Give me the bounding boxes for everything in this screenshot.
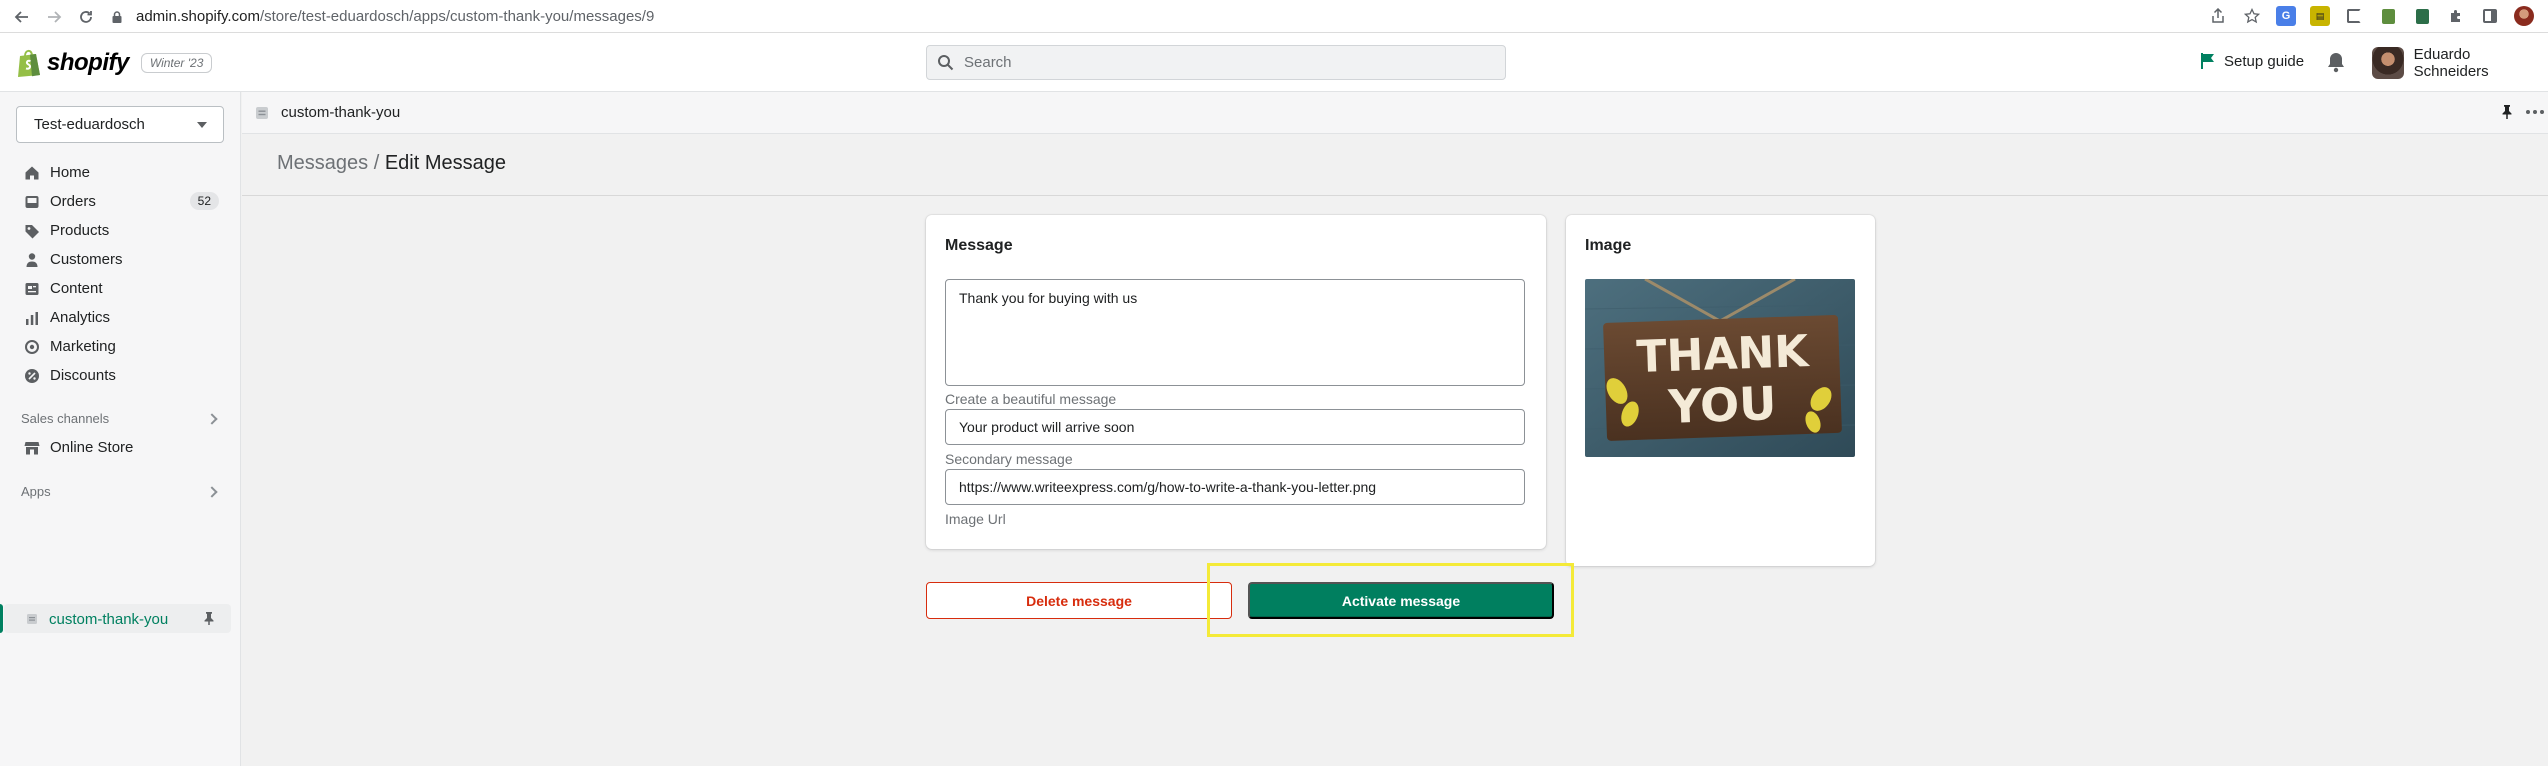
search-placeholder: Search — [964, 54, 1012, 71]
sidebar-item-home[interactable]: Home — [0, 158, 241, 187]
image-url-field[interactable]: https://www.writeexpress.com/g/how-to-wr… — [945, 469, 1525, 505]
thank-you-image: THANK YOU — [1585, 279, 1855, 457]
setup-guide-label: Setup guide — [2224, 52, 2305, 70]
store-icon — [24, 441, 40, 454]
image-card: Image THANK YOU — [1566, 215, 1875, 566]
breadcrumb-separator: / — [373, 152, 380, 174]
highlight-box — [1207, 563, 1574, 637]
orders-icon — [25, 195, 39, 208]
caret-down-icon — [197, 122, 207, 128]
forward-arrow-icon[interactable] — [42, 5, 66, 29]
app-title: custom-thank-you — [281, 104, 401, 121]
star-icon[interactable] — [2242, 6, 2262, 26]
setup-guide-button[interactable]: Setup guide — [2200, 52, 2304, 70]
store-name: Test-eduardosch — [34, 116, 145, 133]
bell-icon[interactable] — [2325, 51, 2347, 73]
breadcrumb-messages-link[interactable]: Messages — [277, 152, 368, 174]
app-title-bar: custom-thank-you — [242, 92, 2548, 134]
share-icon[interactable] — [2208, 6, 2228, 26]
pin-icon[interactable] — [202, 611, 216, 626]
avatar — [2372, 47, 2404, 79]
bar-chart-icon — [26, 311, 38, 325]
breadcrumb: Messages / Edit Message — [277, 152, 506, 175]
sidebar-item-label: Marketing — [50, 338, 116, 355]
edition-badge: Winter '23 — [140, 53, 213, 73]
user-menu[interactable]: Eduardo Schneiders — [2372, 46, 2548, 80]
profile-avatar-icon[interactable] — [2514, 6, 2534, 26]
page-title: Edit Message — [384, 152, 507, 174]
main-message-textarea[interactable]: Thank you for buying with us — [945, 279, 1525, 386]
tag-icon — [25, 224, 39, 238]
image-text-thank: THANK — [1636, 326, 1811, 383]
image-text-you: YOU — [1666, 376, 1777, 434]
puzzle-icon[interactable] — [2446, 6, 2466, 26]
side-panel-icon[interactable] — [2480, 6, 2500, 26]
message-card: Message Thank you for buying with us Cre… — [926, 215, 1546, 549]
app-icon — [27, 614, 37, 624]
sidebar-item-label: Customers — [50, 251, 123, 268]
more-options-icon[interactable] — [2526, 110, 2544, 114]
sidebar-item-orders[interactable]: Orders 52 — [0, 187, 241, 216]
person-icon — [26, 252, 38, 267]
url-text: admin.shopify.com/store/test-eduardosch/… — [136, 8, 655, 25]
sidebar-item-label: Home — [50, 164, 91, 181]
sales-channels-label: Sales channels — [21, 411, 110, 426]
active-indicator — [0, 604, 3, 633]
admin-topbar: shopify Winter '23 Search Setup guide Ed… — [0, 33, 2548, 92]
back-arrow-icon[interactable] — [10, 5, 34, 29]
sidebar-item-products[interactable]: Products — [0, 216, 241, 245]
browser-toolbar: admin.shopify.com/store/test-eduardosch/… — [0, 0, 2548, 33]
target-icon — [25, 339, 39, 354]
delete-message-button[interactable]: Delete message — [926, 582, 1232, 619]
extension-icon[interactable] — [2412, 6, 2432, 26]
secondary-message-help-text: Secondary message — [945, 451, 1073, 467]
sidebar-item-label: Analytics — [50, 309, 111, 326]
sidebar-item-label: Online Store — [50, 439, 134, 456]
shopify-logo[interactable]: shopify Winter '23 — [16, 48, 213, 78]
address-bar[interactable]: admin.shopify.com/store/test-eduardosch/… — [110, 4, 2210, 29]
sidebar-item-customers[interactable]: Customers — [0, 245, 241, 274]
chevron-right-icon[interactable] — [206, 413, 218, 425]
secondary-message-field[interactable]: Your product will arrive soon — [945, 409, 1525, 445]
sidebar-item-label: Content — [50, 280, 103, 297]
sidebar-item-label: Discounts — [50, 367, 116, 384]
lock-icon — [112, 10, 122, 23]
home-icon — [25, 166, 39, 179]
reload-icon[interactable] — [74, 5, 98, 29]
sidebar-item-label: custom-thank-you — [49, 611, 169, 628]
shopify-extension-icon[interactable] — [2378, 6, 2398, 26]
message-card-title: Message — [945, 237, 1013, 254]
discount-icon — [25, 368, 39, 383]
page-header: Messages / Edit Message — [242, 134, 2548, 196]
image-url-help-text: Image Url — [945, 511, 1006, 527]
pin-icon[interactable] — [2500, 104, 2514, 120]
sidebar-item-content[interactable]: Content — [0, 274, 241, 303]
logo-text: shopify — [47, 49, 129, 76]
image-card-title: Image — [1585, 237, 1632, 254]
orders-count-badge: 52 — [189, 192, 219, 210]
extension-icon[interactable] — [2344, 6, 2364, 26]
content-icon — [25, 282, 39, 295]
sidebar-item-discounts[interactable]: Discounts — [0, 361, 241, 390]
apps-label: Apps — [21, 484, 51, 499]
main-message-help-text: Create a beautiful message — [945, 391, 1117, 407]
user-name: Eduardo Schneiders — [2413, 46, 2489, 80]
flag-icon — [2201, 53, 2214, 69]
sidebar-item-marketing[interactable]: Marketing — [0, 332, 241, 361]
sidebar: Test-eduardosch Home Orders 52 Products … — [0, 92, 241, 766]
search-icon — [938, 55, 954, 71]
app-icon — [256, 107, 268, 119]
sidebar-item-custom-thank-you[interactable]: custom-thank-you — [0, 604, 231, 633]
shopify-bag-icon — [18, 49, 40, 77]
sidebar-item-analytics[interactable]: Analytics — [0, 303, 241, 332]
sidebar-item-label: Orders — [50, 193, 96, 210]
extension-icon[interactable]: ▤ — [2310, 6, 2330, 26]
search-input[interactable]: Search — [926, 45, 1506, 80]
translate-extension-icon[interactable]: G — [2276, 6, 2296, 26]
sidebar-item-online-store[interactable]: Online Store — [0, 433, 241, 462]
store-selector[interactable]: Test-eduardosch — [16, 106, 224, 143]
sidebar-item-label: Products — [50, 222, 110, 239]
chevron-right-icon[interactable] — [206, 486, 218, 498]
